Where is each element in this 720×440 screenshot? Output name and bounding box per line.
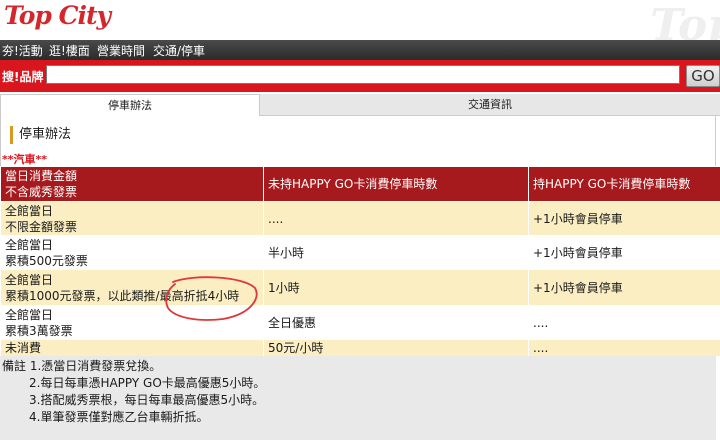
row-without-card: 半小時 <box>263 235 529 270</box>
row-with-card: .... <box>528 305 720 340</box>
row-without-card: .... <box>263 201 529 236</box>
note-line-1: 備註 1.憑當日消費發票兌換。 <box>2 359 162 373</box>
site-header: Top City Top <box>0 0 720 40</box>
header-without-card: 未持HAPPY GO卡消費停車時數 <box>263 166 529 202</box>
brand-search-bar: 搜!品牌 GO <box>0 60 720 92</box>
row-spend-cell: 全館當日 累積500元發票 <box>0 235 264 270</box>
row-with-card: .... <box>528 339 720 357</box>
row-with-card: +1小時會員停車 <box>528 201 720 236</box>
nav-item-events[interactable]: 夯!活動 <box>2 42 43 59</box>
row-spend-cell: 全館當日 累積1000元發票，以此類推/最高折抵4小時 <box>0 269 264 306</box>
logo-watermark: Top <box>650 0 720 40</box>
row-with-card: +1小時會員停車 <box>528 269 720 306</box>
note-line-3: 3.搭配威秀票根，每日每車最高優惠5小時。 <box>29 393 265 407</box>
table-header-row: 當日消費金額 不含威秀發票 未持HAPPY GO卡消費停車時數 持HAPPY G… <box>0 166 720 202</box>
row-spend-line2: 累積1000元發票，以此類推/最高折抵4小時 <box>5 288 240 303</box>
tab-transport-info[interactable]: 交通資訊 <box>260 94 720 116</box>
topcity-logo[interactable]: Top City <box>4 1 111 30</box>
table-row: 全館當日 累積1000元發票，以此類推/最高折抵4小時 1小時 +1小時會員停車 <box>0 269 720 306</box>
info-tabs: 停車辦法 交通資訊 <box>0 94 720 116</box>
table-row: 全館當日 累積3萬發票 全日優惠 .... <box>0 305 720 340</box>
row-spend-cell: 全館當日 累積3萬發票 <box>0 305 264 340</box>
main-nav: 夯!活動 逛!樓面 營業時間 交通/停車 <box>0 40 720 60</box>
header-with-card: 持HAPPY GO卡消費停車時數 <box>528 166 720 202</box>
table-row: 全館當日 累積500元發票 半小時 +1小時會員停車 <box>0 235 720 270</box>
row-spend-line1: 全館當日 <box>5 307 54 322</box>
note-line-4: 4.單筆發票僅對應乙台車輛折抵。 <box>29 410 209 424</box>
row-spend-line1: 全館當日 <box>5 203 54 218</box>
table-row: 未消費 50元/小時 .... <box>0 339 720 357</box>
row-spend-cell: 全館當日 不限金額發票 <box>0 201 264 236</box>
row-spend-cell: 未消費 <box>0 339 264 357</box>
table-row: 全館當日 不限金額發票 .... +1小時會員停車 <box>0 201 720 236</box>
row-without-card: 50元/小時 <box>263 339 529 357</box>
row-spend-line1: 全館當日 <box>5 272 54 287</box>
section-title: 停車辦法 <box>10 126 71 144</box>
row-spend-line1: 全館當日 <box>5 237 54 252</box>
nav-item-floors[interactable]: 逛!樓面 <box>49 42 90 59</box>
row-spend-line2: 不限金額發票 <box>5 219 78 234</box>
header-spend-line1: 當日消費金額 不含威秀發票 <box>5 169 78 199</box>
note-line-2: 2.每日每車憑HAPPY GO卡最高優惠5小時。 <box>29 376 266 390</box>
tab-parking-rules[interactable]: 停車辦法 <box>0 94 260 116</box>
row-with-card: +1小時會員停車 <box>528 235 720 270</box>
row-spend-line2: 累積3萬發票 <box>5 323 73 338</box>
notes-panel: 備註 1.憑當日消費發票兌換。 2.每日每車憑HAPPY GO卡最高優惠5小時。… <box>0 356 716 440</box>
search-label: 搜!品牌 <box>2 70 44 84</box>
category-label-car: **汽車** <box>2 153 48 166</box>
brand-search-input[interactable] <box>46 65 680 84</box>
search-go-button[interactable]: GO <box>686 65 720 87</box>
row-spend-line2: 累積500元發票 <box>5 253 88 268</box>
row-without-card: 1小時 <box>263 269 529 306</box>
parking-rates-table: 當日消費金額 不含威秀發票 未持HAPPY GO卡消費停車時數 持HAPPY G… <box>0 166 720 357</box>
row-without-card: 全日優惠 <box>263 305 529 340</box>
nav-item-transport-parking[interactable]: 交通/停車 <box>153 42 205 59</box>
header-spend-amount: 當日消費金額 不含威秀發票 <box>0 166 264 202</box>
nav-item-hours[interactable]: 營業時間 <box>97 42 145 59</box>
